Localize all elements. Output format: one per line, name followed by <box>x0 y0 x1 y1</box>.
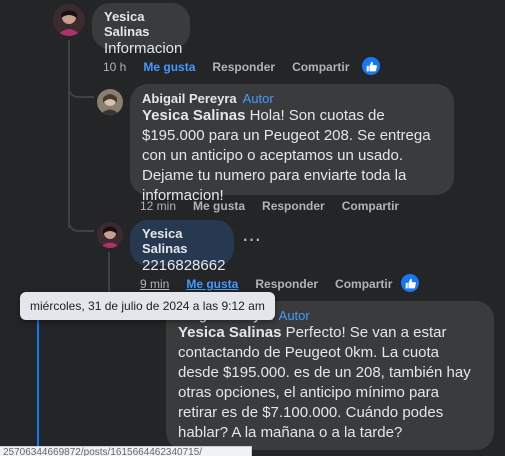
comment-bubble: Yesica Salinas 2216828662 <box>130 220 234 274</box>
comment-actions: 12 min Me gusta Responder Compartir <box>140 199 416 213</box>
like-button[interactable]: Me gusta <box>143 60 195 74</box>
share-button[interactable]: Compartir <box>292 60 349 74</box>
avatar[interactable] <box>97 89 123 115</box>
comment-text: Yesica Salinas Perfecto! Se van a estar … <box>178 323 482 443</box>
avatar[interactable] <box>53 4 85 36</box>
thread-connector <box>68 82 94 98</box>
comment-author[interactable]: Yesica Salinas <box>104 9 178 39</box>
comment-timestamp[interactable]: 9 min <box>140 277 169 291</box>
like-button[interactable]: Me gusta <box>193 199 245 213</box>
comment-thread: Yesica Salinas Informacion 10 h Me gusta… <box>0 0 505 456</box>
comment-text-body: Perfecto! Se van a estar contactando de … <box>178 324 471 441</box>
comment-text: Yesica Salinas Hola! Son cuotas de $195.… <box>142 106 442 206</box>
comment-timestamp[interactable]: 10 h <box>103 60 126 74</box>
focus-indicator <box>37 300 39 450</box>
comment-text: Informacion <box>104 40 183 57</box>
thread-line <box>68 40 70 228</box>
more-options-icon[interactable]: ··· <box>243 232 262 250</box>
mention-link[interactable]: Yesica Salinas <box>142 107 245 124</box>
comment-timestamp[interactable]: 12 min <box>140 199 176 213</box>
author-badge: Autor <box>242 91 274 106</box>
comment-bubble: Yesica Salinas Informacion <box>92 3 190 57</box>
comment-actions: 9 min Me gusta Responder Compartir <box>140 277 409 291</box>
reply-button[interactable]: Responder <box>255 277 318 291</box>
reply-button[interactable]: Responder <box>212 60 275 74</box>
reply-button[interactable]: Responder <box>262 199 325 213</box>
timestamp-tooltip: miércoles, 31 de julio de 2024 a las 9:1… <box>20 292 275 320</box>
comment-author[interactable]: Abigail Pereyra <box>142 91 237 106</box>
author-badge: Autor <box>278 308 310 323</box>
share-button[interactable]: Compartir <box>342 199 399 213</box>
thread-connector <box>68 212 94 232</box>
like-reaction-icon[interactable] <box>362 57 380 75</box>
avatar[interactable] <box>97 222 123 248</box>
comment-text: 2216828662 <box>142 257 226 274</box>
link-status-bar: 25706344669872/posts/1615664462340715/ <box>0 446 252 456</box>
share-button[interactable]: Compartir <box>335 277 392 291</box>
comment-actions: 10 h Me gusta Responder Compartir <box>103 60 366 74</box>
comment-bubble: Abigail Pereyra Autor Yesica Salinas Per… <box>166 301 494 450</box>
comment-bubble: Abigail Pereyra Autor Yesica Salinas Hol… <box>130 84 454 204</box>
comment-author[interactable]: Yesica Salinas <box>142 226 222 256</box>
like-button[interactable]: Me gusta <box>186 277 238 291</box>
mention-link[interactable]: Yesica Salinas <box>178 324 281 341</box>
like-reaction-icon[interactable] <box>401 274 419 292</box>
